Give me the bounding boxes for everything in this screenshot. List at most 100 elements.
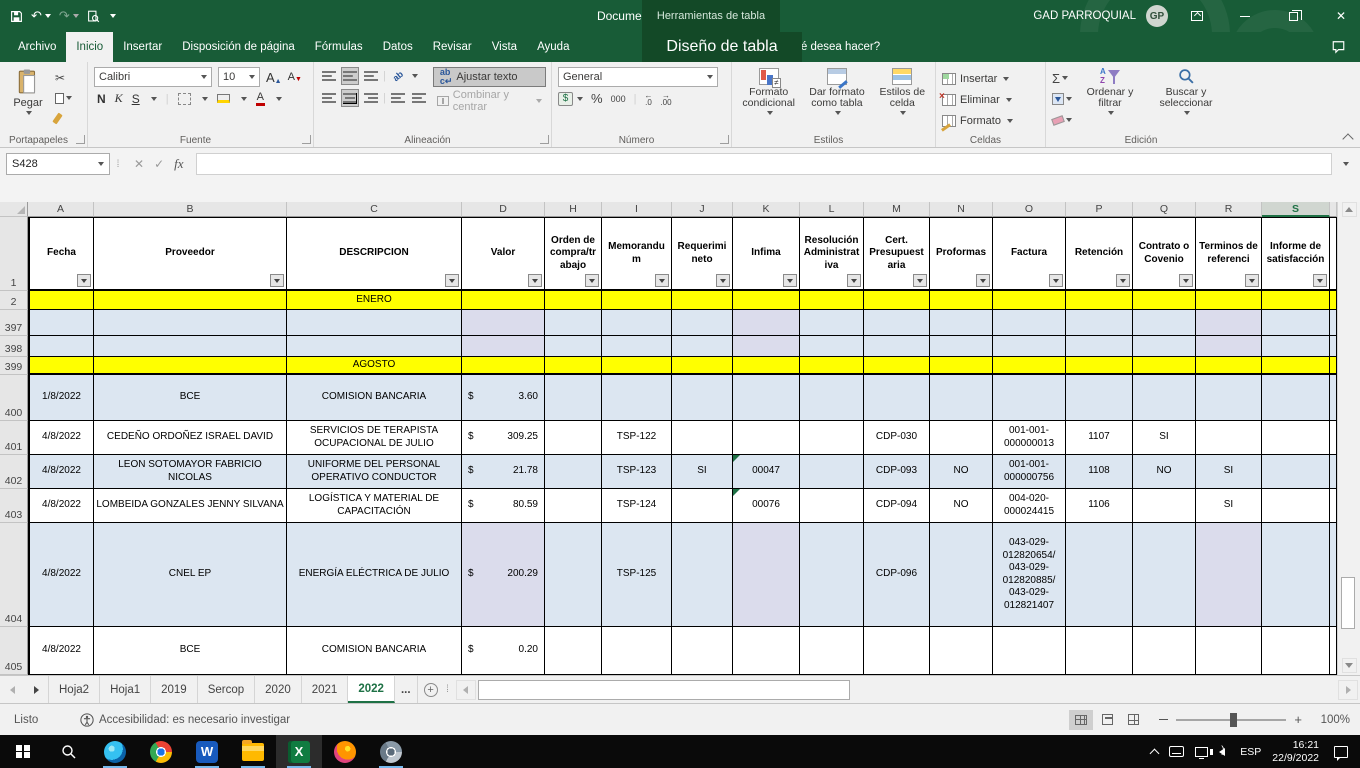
cell[interactable] [672, 627, 733, 675]
scroll-up-icon[interactable] [1342, 202, 1357, 217]
autofilter-button[interactable] [783, 274, 797, 287]
print-preview-button[interactable] [87, 10, 100, 23]
cell[interactable]: TSP-124 [602, 489, 672, 523]
cell[interactable] [672, 375, 733, 421]
header-cell[interactable]: Orden de compra/trabajo [545, 217, 602, 291]
cell[interactable] [94, 291, 287, 310]
dialog-launcher-icon[interactable] [720, 135, 729, 144]
column-header-Q[interactable]: Q [1133, 202, 1196, 217]
fill-color-icon[interactable] [217, 94, 230, 103]
format-as-table-button[interactable]: Dar formato como tabla [804, 67, 869, 132]
page-layout-view-button[interactable] [1095, 710, 1119, 730]
align-right-icon[interactable] [362, 89, 380, 107]
autofilter-button[interactable] [655, 274, 669, 287]
header-cell[interactable]: Proveedor [94, 217, 287, 291]
cell[interactable] [1196, 627, 1262, 675]
cell[interactable]: COMISION BANCARIA [287, 375, 462, 421]
header-cell[interactable]: Informe de satisfacción [1262, 217, 1330, 291]
align-center-icon[interactable] [341, 89, 359, 107]
cell[interactable] [993, 291, 1066, 310]
cell[interactable] [462, 336, 545, 357]
autofilter-button[interactable] [528, 274, 542, 287]
collapse-ribbon-icon[interactable] [1342, 133, 1353, 144]
cell[interactable] [1133, 627, 1196, 675]
dialog-launcher-icon[interactable] [540, 135, 549, 144]
minimize-button[interactable] [1226, 0, 1264, 32]
avatar[interactable]: GP [1146, 5, 1168, 27]
cell[interactable] [1262, 291, 1330, 310]
borders-icon[interactable] [178, 93, 191, 105]
cell[interactable]: SI [1196, 455, 1262, 489]
cell[interactable] [800, 310, 864, 336]
cell[interactable] [1196, 291, 1262, 310]
header-cell[interactable]: Contrato o Covenio [1133, 217, 1196, 291]
tab-ayuda[interactable]: Ayuda [527, 32, 579, 62]
row-header-398[interactable]: 398 [0, 336, 28, 357]
cell[interactable] [800, 291, 864, 310]
cell[interactable]: TSP-125 [602, 523, 672, 627]
decrease-font-icon[interactable]: A▼ [288, 71, 302, 83]
row-header-397[interactable]: 397 [0, 310, 28, 336]
percent-style-icon[interactable]: % [591, 91, 603, 106]
cell[interactable] [1330, 489, 1337, 523]
taskbar-app-excel[interactable]: X [276, 735, 322, 768]
cell[interactable] [602, 375, 672, 421]
taskbar-app-explorer[interactable] [230, 735, 276, 768]
cell[interactable]: CDP-094 [864, 489, 930, 523]
cell[interactable] [602, 627, 672, 675]
cell[interactable]: 4/8/2022 [28, 455, 94, 489]
number-format-combo[interactable]: General [558, 67, 718, 87]
increase-indent-icon[interactable] [410, 89, 428, 107]
cell[interactable] [1262, 357, 1330, 375]
taskbar-app-browser[interactable] [368, 735, 414, 768]
cell[interactable] [993, 375, 1066, 421]
cell[interactable] [1262, 336, 1330, 357]
wrap-text-button[interactable]: abc↵ Ajustar texto [433, 67, 546, 87]
formula-input[interactable] [196, 153, 1332, 175]
cell[interactable] [733, 375, 800, 421]
month-label-cell[interactable]: ENERO [287, 291, 462, 310]
cell[interactable] [1330, 310, 1337, 336]
cell[interactable] [545, 421, 602, 455]
cell[interactable]: COMISION BANCARIA [287, 627, 462, 675]
cell[interactable]: SI [1133, 421, 1196, 455]
clock[interactable]: 16:2122/9/2022 [1272, 739, 1319, 765]
cell[interactable] [930, 523, 993, 627]
scroll-left-icon[interactable] [456, 680, 476, 700]
cell[interactable] [993, 310, 1066, 336]
cell[interactable]: $3.60 [462, 375, 545, 421]
cell[interactable] [602, 310, 672, 336]
ribbon-display-options-button[interactable] [1178, 0, 1216, 32]
cell[interactable]: 4/8/2022 [28, 489, 94, 523]
cell[interactable] [462, 291, 545, 310]
cell[interactable] [1133, 375, 1196, 421]
cell[interactable] [287, 310, 462, 336]
cell[interactable]: 043-029-012820654/ 043-029-012820885/ 04… [993, 523, 1066, 627]
column-header-K[interactable]: K [733, 202, 800, 217]
cell[interactable] [1066, 627, 1133, 675]
header-cell[interactable]: Factura [993, 217, 1066, 291]
cell[interactable] [1133, 489, 1196, 523]
cell[interactable]: LEON SOTOMAYOR FABRICIO NICOLAS [94, 455, 287, 489]
cell[interactable]: 1/8/2022 [28, 375, 94, 421]
font-color-dropdown[interactable] [276, 97, 282, 101]
cell[interactable]: NO [1133, 455, 1196, 489]
sheet-nav-right-icon[interactable] [24, 676, 48, 703]
header-cell[interactable]: DESCRIPCION [287, 217, 462, 291]
dialog-launcher-icon[interactable] [302, 135, 311, 144]
align-middle-icon[interactable] [341, 67, 359, 85]
new-sheet-button[interactable]: + [418, 676, 444, 703]
font-name-combo[interactable]: Calibri [94, 67, 212, 87]
header-cell[interactable]: Cert. Presupuestaria [864, 217, 930, 291]
column-header-O[interactable]: O [993, 202, 1066, 217]
cell[interactable] [800, 375, 864, 421]
cell[interactable] [602, 357, 672, 375]
scroll-right-icon[interactable] [1338, 680, 1358, 700]
cell[interactable] [864, 336, 930, 357]
cell[interactable] [1196, 523, 1262, 627]
cell[interactable] [800, 523, 864, 627]
cell[interactable] [864, 627, 930, 675]
cell[interactable] [1330, 523, 1337, 627]
cell[interactable] [28, 336, 94, 357]
cell[interactable]: 4/8/2022 [28, 627, 94, 675]
